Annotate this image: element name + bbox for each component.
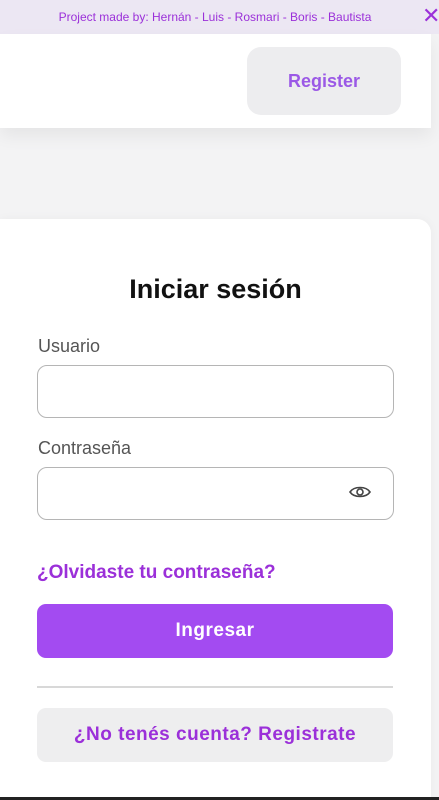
divider <box>37 686 393 688</box>
password-label: Contraseña <box>38 438 132 458</box>
forgot-password-link[interactable]: ¿Olvidaste tu contraseña? <box>37 562 276 584</box>
eye-icon[interactable] <box>349 485 371 499</box>
password-input[interactable] <box>37 467 394 520</box>
username-label: Usuario <box>38 336 101 356</box>
username-input[interactable] <box>37 365 394 418</box>
top-header: Register <box>0 34 431 128</box>
credits-text: Project made by: Hernán - Luis - Rosmari… <box>58 10 372 24</box>
page-title: Iniciar sesión <box>129 274 302 304</box>
login-card: Iniciar sesión Usuario Contraseña ¿Olvid… <box>0 219 431 800</box>
register-button[interactable]: Register <box>247 47 401 115</box>
signup-button[interactable]: ¿No tenés cuenta? Registrate <box>37 708 393 762</box>
login-button[interactable]: Ingresar <box>37 604 393 658</box>
credits-banner: Project made by: Hernán - Luis - Rosmari… <box>0 0 439 34</box>
close-icon[interactable]: ✕ <box>422 4 439 28</box>
